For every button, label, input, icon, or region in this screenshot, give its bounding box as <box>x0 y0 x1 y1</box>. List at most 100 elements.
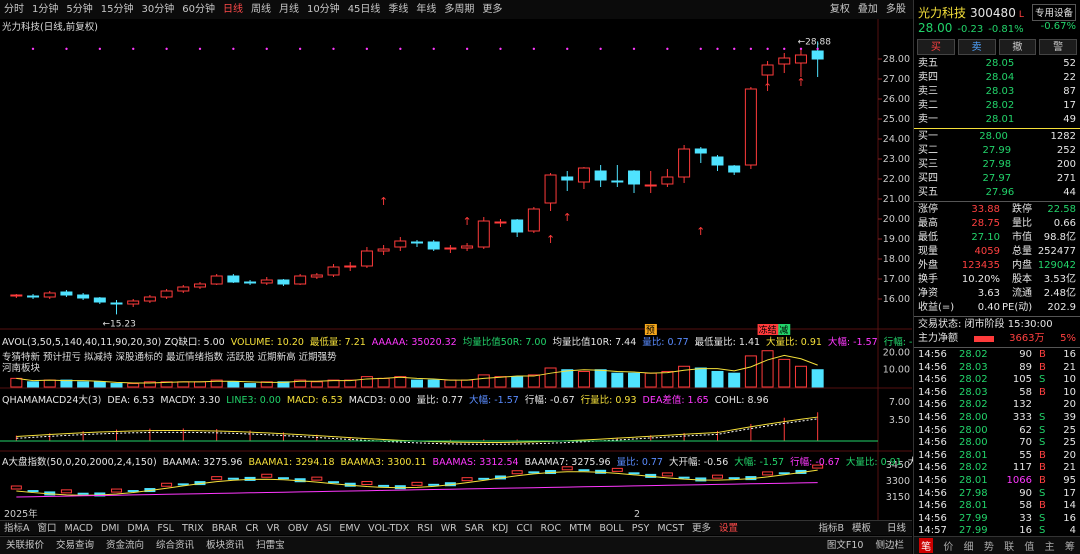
panel-tab-4[interactable]: 联 <box>1004 538 1014 553</box>
ask-volume: 52 <box>1063 58 1076 69</box>
trade-price: 28.01 <box>959 449 988 461</box>
trades-divider <box>914 347 1080 348</box>
panel-tab-7[interactable]: 筹 <box>1065 538 1075 553</box>
period-tab-6[interactable]: 日线 <box>219 0 247 19</box>
alert-button[interactable]: 警 <box>1039 39 1077 55</box>
period-label[interactable]: 日线 <box>883 521 910 536</box>
period-tab-11[interactable]: 季线 <box>384 0 412 19</box>
panel-tab-1[interactable]: 价 <box>943 538 953 553</box>
stat-row: 现量 4059 总量 252477 <box>914 245 1080 259</box>
stat-value: 98.8亿 <box>1043 232 1076 243</box>
status-right-link-0[interactable]: 图文F10 <box>821 537 870 554</box>
period-tab-12[interactable]: 年线 <box>412 0 440 19</box>
period-tab-2[interactable]: 5分钟 <box>62 0 96 19</box>
book-divider <box>914 128 1080 129</box>
y-tick-label: 20.00 <box>883 214 910 225</box>
candle <box>77 293 90 300</box>
trade-row: 14:56 28.03 89 B 21 <box>914 362 1080 375</box>
period-tab-3[interactable]: 15分钟 <box>97 0 138 19</box>
period-tab-1[interactable]: 1分钟 <box>28 0 62 19</box>
indicator-tab-12[interactable]: EMV <box>335 521 364 536</box>
bid-volume: 200 <box>1056 159 1076 170</box>
cancel-button[interactable]: 撤 <box>998 39 1037 55</box>
toolbar-action-2[interactable]: 多股 <box>882 0 910 19</box>
candle <box>143 295 156 303</box>
y-tick-label: 24.00 <box>883 134 910 145</box>
indicator-tab-15[interactable]: WR <box>437 521 461 536</box>
period-tab-9[interactable]: 10分钟 <box>303 0 344 19</box>
indicator-tab-0[interactable]: 指标A <box>0 521 34 536</box>
index-candle <box>661 472 673 477</box>
trade-side: B <box>1039 361 1046 373</box>
status-link-2[interactable]: 资金流向 <box>100 537 150 554</box>
indicator-tab-4[interactable]: DMA <box>123 521 153 536</box>
kline-chart-svg[interactable]: 28.0027.0026.0025.0024.0023.0022.0021.00… <box>0 19 912 520</box>
industry-tag[interactable]: 专用设备 <box>1031 4 1076 21</box>
y-tick-label: 22.00 <box>883 174 910 185</box>
indicator-tab-25[interactable]: 设置 <box>715 521 742 536</box>
indicator-tab-8[interactable]: CR <box>242 521 263 536</box>
indicator-tab-2[interactable]: MACD <box>61 521 97 536</box>
status-link-4[interactable]: 板块资讯 <box>200 537 250 554</box>
indicator-value: BAAMA7: 3275.96 <box>524 457 611 468</box>
indicator-tab-right-1[interactable]: 模板 <box>848 521 875 536</box>
indicator-tab-20[interactable]: MTM <box>565 521 595 536</box>
toolbar-action-0[interactable]: 复权 <box>826 0 854 19</box>
period-tab-5[interactable]: 60分钟 <box>178 0 219 19</box>
index-candle <box>161 482 173 487</box>
indicator-tab-18[interactable]: CCI <box>512 521 536 536</box>
indicator-tab-13[interactable]: VOL-TDX <box>364 521 413 536</box>
indicator-tab-23[interactable]: MCST <box>653 521 688 536</box>
indicator-tab-21[interactable]: BOLL <box>595 521 627 536</box>
volume-bar <box>43 379 56 388</box>
indicator-tab-5[interactable]: FSL <box>153 521 178 536</box>
status-link-0[interactable]: 关联报价 <box>0 537 50 554</box>
indicator-tab-10[interactable]: OBV <box>284 521 312 536</box>
indicator-value: 大幅: -1.57 <box>827 337 878 348</box>
signal-dot: • <box>131 45 136 54</box>
status-right-link-1[interactable]: 侧边栏 <box>869 537 910 554</box>
status-link-1[interactable]: 交易查询 <box>50 537 100 554</box>
stat-value: 33.88 <box>971 204 1000 215</box>
status-link-3[interactable]: 综合资讯 <box>150 537 200 554</box>
stat-label: PE(动) <box>1002 302 1033 313</box>
panel-tab-6[interactable]: 主 <box>1045 538 1055 553</box>
trade-side: B <box>1039 386 1046 398</box>
period-tab-14[interactable]: 更多 <box>478 0 506 19</box>
period-tab-7[interactable]: 周线 <box>247 0 275 19</box>
stat-label: 换手 <box>918 274 938 285</box>
indicator-tab-22[interactable]: PSY <box>628 521 654 536</box>
panel-tab-3[interactable]: 势 <box>984 538 994 553</box>
sell-button[interactable]: 卖 <box>957 39 996 55</box>
indicator-tab-16[interactable]: SAR <box>461 521 488 536</box>
indicator-tab-17[interactable]: KDJ <box>488 521 512 536</box>
panel-tab-2[interactable]: 细 <box>964 538 974 553</box>
signal-dot: • <box>331 45 336 54</box>
toolbar-action-1[interactable]: 叠加 <box>854 0 882 19</box>
indicator-tab-14[interactable]: RSI <box>413 521 436 536</box>
trade-price: 28.00 <box>959 424 988 436</box>
macd-line <box>16 416 818 443</box>
period-tab-0[interactable]: 分时 <box>0 0 28 19</box>
volume-bar <box>93 381 106 388</box>
panel-tab-0[interactable]: 笔 <box>919 538 934 553</box>
indicator-tab-right-0[interactable]: 指标B <box>814 521 848 536</box>
period-tab-8[interactable]: 月线 <box>275 0 303 19</box>
trade-time: 14:56 <box>918 374 947 386</box>
indicator-tab-11[interactable]: ASI <box>312 521 335 536</box>
indicator-tab-9[interactable]: VR <box>263 521 284 536</box>
period-tab-10[interactable]: 45日线 <box>344 0 385 19</box>
period-tab-4[interactable]: 30分钟 <box>137 0 178 19</box>
indicator-tab-24[interactable]: 更多 <box>688 521 715 536</box>
status-link-5[interactable]: 扫雷宝 <box>250 537 291 554</box>
buy-button[interactable]: 买 <box>917 39 955 55</box>
indicator-tab-1[interactable]: 窗口 <box>34 521 61 536</box>
chart-area[interactable]: 28.00 27.00 26.00 25.00 24.00 23.00 22.00 21.00… <box>0 19 1054 520</box>
indicator-tab-7[interactable]: BRAR <box>208 521 242 536</box>
panel-tab-5[interactable]: 值 <box>1024 538 1034 553</box>
indicator-tab-6[interactable]: TRIX <box>178 521 208 536</box>
indicator-tab-3[interactable]: DMI <box>97 521 123 536</box>
indicator-tab-19[interactable]: ROC <box>536 521 565 536</box>
period-tab-13[interactable]: 多周期 <box>440 0 478 19</box>
trade-count: 16 <box>1063 349 1076 360</box>
